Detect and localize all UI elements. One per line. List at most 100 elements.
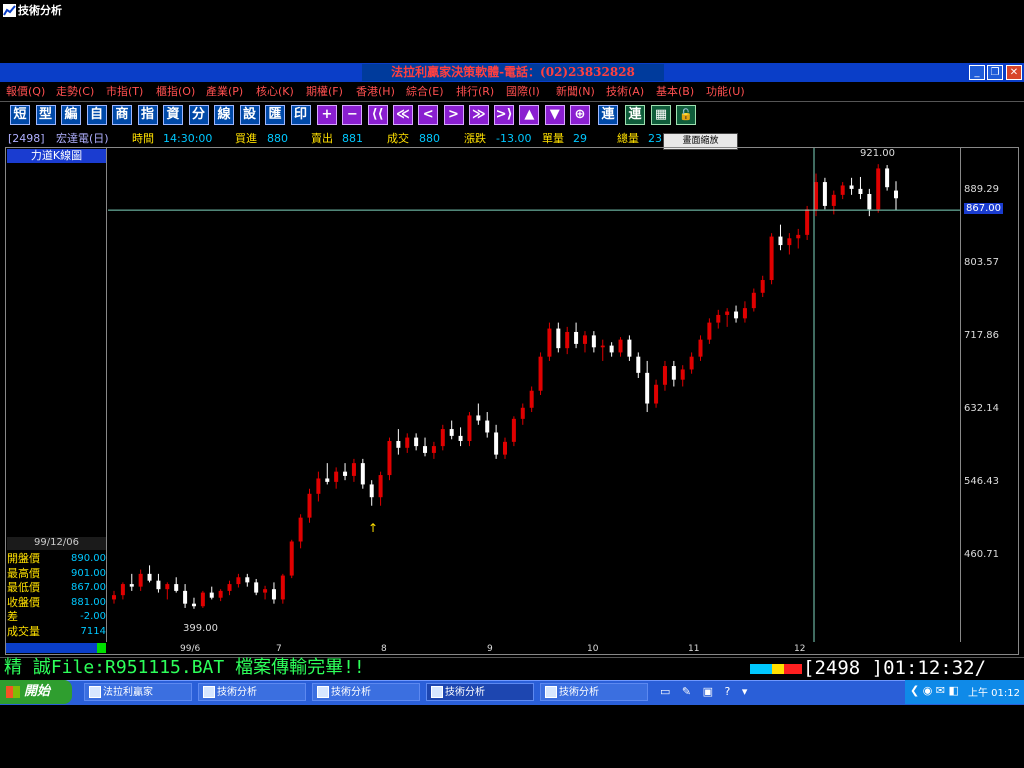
candle-body [405,437,410,448]
menu-item-14[interactable]: 功能(U) [706,83,745,100]
menu-item-3[interactable]: 櫃指(O) [156,83,195,100]
nav-button-8[interactable]: ▲ [519,105,540,125]
nav-button-3[interactable]: ≪ [392,105,413,125]
toolbar-button-8[interactable]: 線 [214,105,234,125]
price-axis-divider [960,148,961,642]
task-tech-analysis-1[interactable]: 技術分析 [198,683,306,701]
signal-red [784,664,802,674]
candle-body [662,366,667,385]
candle [698,335,703,361]
candle-body [129,584,134,587]
menu-item-12[interactable]: 技術(A) [606,83,644,100]
toolbar-button-0[interactable]: 短 [10,105,30,125]
lock-icon[interactable]: 🔓 [676,105,696,125]
candle [449,420,454,440]
menu-item-5[interactable]: 核心(K) [256,83,294,100]
candle [191,597,196,609]
menu-item-1[interactable]: 走勢(C) [56,83,94,100]
restore-button[interactable]: ❐ [987,65,1003,80]
candle-body [814,182,819,210]
connect-button-2[interactable]: 連 [625,105,645,125]
candle-body [458,435,463,441]
candle [476,403,481,425]
candlestick-chart[interactable]: 921.00 399.00 ↑ [108,148,960,642]
quicklaunch-icons[interactable]: ▭ ✎ ▣ ? ▾ [660,685,751,698]
candle-body [538,356,543,391]
connect-button[interactable]: 連 [598,105,618,125]
candle-body [271,589,276,600]
menu-item-6[interactable]: 期權(F) [306,83,343,100]
toolbar-button-3[interactable]: 自 [86,105,107,125]
candle-body [609,345,614,353]
menu-item-0[interactable]: 報價(Q) [6,83,45,100]
menu-item-10[interactable]: 國際(I) [506,83,540,100]
candle-body [751,292,756,309]
task-tech-analysis-3[interactable]: 技術分析 [426,683,534,701]
zoom-screen-button[interactable]: ▦ [651,105,671,125]
candle [742,301,747,323]
menu-item-9[interactable]: 排行(R) [456,83,494,100]
candle [662,360,667,391]
toolbar-button-7[interactable]: 分 [188,105,209,125]
nav-button-7[interactable]: >⟩ [494,105,515,125]
candle [405,433,410,453]
candle [591,331,596,353]
candle [760,275,765,298]
candle [680,365,685,387]
window-title: 技術分析 [18,4,62,17]
toolbar-button-9[interactable]: 設 [239,105,260,125]
nav-button-4[interactable]: < [418,105,439,125]
nav-button-1[interactable]: − [342,105,363,125]
toolbar-button-2[interactable]: 編 [61,105,81,125]
menu-item-7[interactable]: 香港(H) [356,83,395,100]
nav-button-5[interactable]: > [443,105,464,125]
candle [778,224,783,251]
menu-item-4[interactable]: 產業(P) [206,83,243,100]
candle [316,471,321,502]
start-button[interactable]: 開始 [0,680,72,704]
candle-body [556,328,561,349]
toolbar-button-10[interactable]: 匯 [265,105,285,125]
candle [849,177,854,195]
menu-item-13[interactable]: 基本(B) [656,83,694,100]
toolbar-button-4[interactable]: 商 [112,105,132,125]
candle [654,379,659,408]
task-ferrari[interactable]: 法拉利贏家 [84,683,192,701]
candle-body [565,331,570,349]
nav-button-10[interactable]: ⊕ [570,105,590,125]
candle-body [263,589,268,593]
change-label: 漲跌 [464,132,486,145]
task-tech-analysis-4[interactable]: 技術分析 [540,683,648,701]
candle-body [600,345,605,348]
toolbar-button-5[interactable]: 指 [137,105,158,125]
candle [174,577,179,593]
nav-button-0[interactable]: + [317,105,337,125]
task-tech-analysis-2[interactable]: 技術分析 [312,683,420,701]
candle [645,360,650,413]
candle [165,582,170,600]
tray-icons[interactable]: ❮ ◉ ✉ ◧ [910,684,959,697]
time-tick-label: 99/6 [180,644,201,654]
toolbar-button-6[interactable]: 資 [163,105,183,125]
time-tick-label: 8 [381,644,387,654]
close-button[interactable]: ✕ [1006,65,1022,80]
menu-item-8[interactable]: 綜合(E) [406,83,444,100]
stock-name: 宏達電(日) [56,132,109,145]
menu-item-2[interactable]: 市指(T) [106,83,143,100]
menu-item-11[interactable]: 新聞(N) [556,83,595,100]
candle [582,331,587,353]
nav-button-9[interactable]: ▼ [544,105,565,125]
candle-body [529,390,534,408]
minimize-button[interactable]: _ [969,65,985,80]
candle-body [120,584,125,596]
nav-button-2[interactable]: ⟨⟨ [367,105,388,125]
candle [894,181,898,211]
nav-button-6[interactable]: ≫ [468,105,489,125]
toolbar-button-11[interactable]: 印 [290,105,311,125]
toolbar-button-1[interactable]: 型 [35,105,56,125]
left-panel-divider [106,148,107,642]
chart-type-label[interactable]: 力道K線圖 [7,149,106,163]
candle [112,590,116,604]
info-date: 99/12/06 [7,537,106,550]
info-value: 867.00 [71,582,106,593]
